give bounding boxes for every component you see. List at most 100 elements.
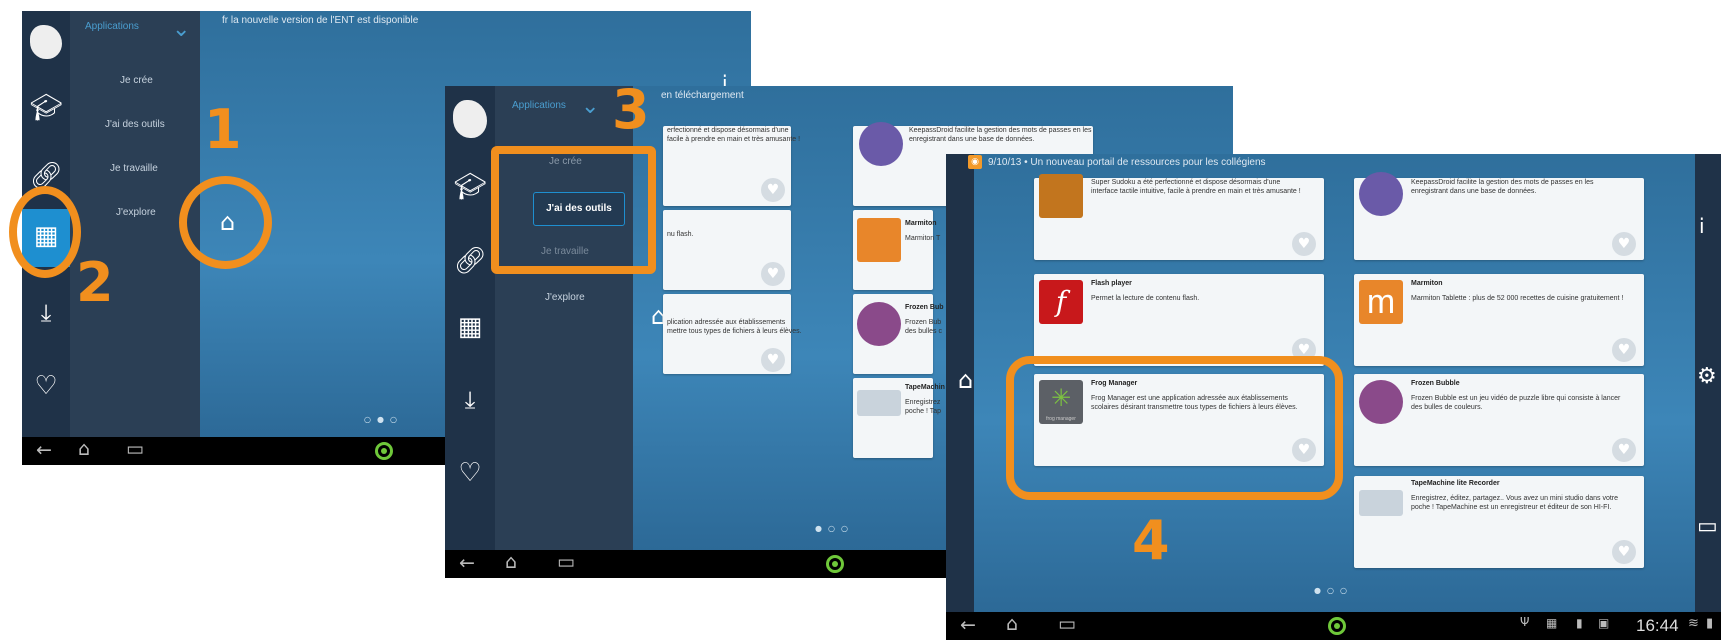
launcher-icon[interactable] (375, 442, 393, 460)
applications-menu: Applications ⌄ Je crée J'ai des outils J… (70, 11, 200, 465)
grid-icon[interactable]: ▦ (451, 312, 489, 342)
app-card-super-sudoku[interactable]: Super Sudoku a été perfectionné et dispo… (1034, 174, 1324, 260)
marmiton-app-icon: m (1359, 280, 1403, 324)
card-desc: Enregistrez, éditez, partagez.. Vous ave… (1411, 495, 1619, 511)
card-desc: Marmiton T (905, 235, 941, 242)
wifi-icon: ≋ (1688, 616, 1699, 631)
marmiton-app-icon (857, 218, 901, 262)
favorite-heart-icon[interactable]: ♥ (761, 348, 785, 372)
heart-icon[interactable]: ♡ (451, 458, 489, 488)
favorite-heart-icon[interactable]: ♥ (761, 262, 785, 286)
card-desc: erfectionné et dispose désormais d'une f… (667, 127, 801, 143)
battery-icon: ▮ (1706, 616, 1714, 631)
card-title: TapeMachine lite Recorder (1411, 480, 1500, 487)
back-icon[interactable]: ← (459, 552, 475, 574)
settings-icon[interactable]: ⚙ (1697, 364, 1717, 389)
favorite-heart-icon[interactable]: ♥ (1612, 232, 1636, 256)
recents-icon[interactable]: ▭ (126, 438, 144, 460)
keepassdroid-app-icon (1359, 172, 1403, 216)
app-card[interactable]: Marmiton Marmiton T (853, 210, 940, 290)
home-nav-icon[interactable]: ⌂ (1006, 613, 1018, 635)
back-icon[interactable]: ← (36, 439, 52, 461)
card-title: Frozen Bubble (1411, 380, 1460, 387)
graduation-cap-icon[interactable]: 🎓︎ (28, 93, 64, 123)
android-nav-bar: ← ⌂ ▭ Ψ ▦ ▮ ▣ 16:44 ≋ ▮ (946, 612, 1721, 640)
app-card-frozen-bubble[interactable]: Frozen Bubble Frozen Bubble est un jeu v… (1354, 374, 1644, 466)
keepassdroid-app-icon (859, 122, 903, 166)
card-desc: Marmiton Tablette : plus de 52 000 recet… (1411, 295, 1624, 302)
card-desc: nu flash. (667, 231, 694, 238)
link-icon[interactable]: 🔗︎ (451, 246, 489, 276)
chevron-down-icon[interactable]: ⌄ (172, 17, 190, 42)
card-desc: Frozen Bub des bulles c (905, 319, 942, 335)
favorite-heart-icon[interactable]: ♥ (1612, 438, 1636, 462)
notification-text[interactable]: 9/10/13 • Un nouveau portail de ressourc… (988, 157, 1266, 168)
card-desc: Frozen Bubble est un jeu vidéo de puzzle… (1411, 395, 1621, 411)
rss-icon: ◉ (968, 155, 982, 169)
download-icon[interactable]: ⤓ (28, 299, 64, 327)
region-map-icon[interactable] (30, 25, 62, 59)
favorite-heart-icon[interactable]: ♥ (1292, 232, 1316, 256)
launcher-icon[interactable] (826, 555, 844, 573)
info-icon[interactable]: i (1699, 214, 1705, 238)
highlight-circle-1 (179, 176, 272, 269)
card-desc: plication adressée aux établissements me… (667, 319, 802, 335)
menu-item-outils[interactable]: J'ai des outils (105, 119, 165, 130)
home-nav-icon[interactable]: ⌂ (505, 551, 517, 573)
download-icon[interactable]: ⤓ (451, 386, 489, 414)
tray-icon[interactable]: ▭ (1697, 514, 1718, 539)
app-card-marmiton[interactable]: m Marmiton Marmiton Tablette : plus de 5… (1354, 274, 1644, 366)
launcher-icon[interactable] (1328, 617, 1346, 635)
card-desc: Enregistrez poche ! Tap (905, 399, 942, 415)
home-nav-icon[interactable]: ⌂ (78, 438, 90, 460)
card-desc: KeepassDroid facilite la gestion des mot… (909, 127, 1092, 143)
menu-item-je-cree[interactable]: Je crée (120, 75, 153, 86)
page-indicator: ●○○ (1314, 586, 1353, 595)
sudoku-app-icon (1039, 174, 1083, 218)
icon-sidebar: 🎓︎ 🔗︎ ▦ ⤓ ♡ (445, 86, 495, 578)
recents-icon[interactable]: ▭ (557, 551, 575, 573)
image-icon: ▣ (1598, 616, 1610, 630)
menu-title: Applications (512, 100, 566, 111)
app-card-keepassdroid[interactable]: KeepassDroid facilite la gestion des mot… (1354, 172, 1644, 260)
app-card[interactable]: TapeMachin Enregistrez poche ! Tap (853, 378, 945, 458)
menu-item-je-travaille[interactable]: Je travaille (110, 163, 158, 174)
app-card[interactable]: Frozen Bub Frozen Bub des bulles c (853, 294, 944, 374)
tapemachine-app-icon (1359, 490, 1403, 516)
card-title: Flash player (1091, 280, 1132, 287)
card-title: Marmiton (1411, 280, 1443, 287)
tapemachine-app-icon (857, 390, 901, 416)
annotation-number: 2 (76, 251, 114, 314)
annotation-number: 3 (612, 78, 650, 141)
app-card[interactable]: nu flash. ♥ (663, 210, 791, 290)
highlight-box-4 (1006, 356, 1343, 500)
home-icon[interactable]: ⌂ (958, 366, 973, 394)
highlight-box-3 (491, 146, 656, 274)
graduation-cap-icon[interactable]: 🎓︎ (451, 172, 489, 202)
notification-text: en téléchargement (661, 90, 744, 101)
menu-item-j-explore[interactable]: J'explore (116, 207, 156, 218)
favorite-heart-icon[interactable]: ♥ (1612, 540, 1636, 564)
status-time: 16:44 (1636, 616, 1679, 635)
chevron-down-icon[interactable]: ⌄ (581, 94, 599, 119)
heart-icon[interactable]: ♡ (28, 371, 64, 401)
usb-icon: Ψ (1520, 615, 1530, 629)
menu-item-j-explore[interactable]: J'explore (545, 292, 585, 303)
app-card[interactable]: plication adressée aux établissements me… (663, 294, 802, 374)
region-map-icon[interactable] (453, 100, 487, 138)
card-title: Marmiton (905, 220, 937, 227)
right-sidebar: i ⚙ ▭ (1695, 154, 1721, 612)
page-indicator: ●○○ (815, 524, 854, 533)
favorite-heart-icon[interactable]: ♥ (1612, 338, 1636, 362)
favorite-heart-icon[interactable]: ♥ (761, 178, 785, 202)
card-title: TapeMachin (905, 384, 945, 391)
recents-icon[interactable]: ▭ (1058, 613, 1076, 635)
app-card[interactable]: erfectionné et dispose désormais d'une f… (663, 126, 800, 206)
app-card-tapemachine[interactable]: TapeMachine lite Recorder Enregistrez, é… (1354, 476, 1644, 568)
frozen-bubble-app-icon (857, 302, 901, 346)
card-desc: KeepassDroid facilite la gestion des mot… (1411, 179, 1594, 195)
app-card-flash-player[interactable]: f Flash player Permet la lecture de cont… (1034, 274, 1324, 366)
card-title: Frozen Bub (905, 304, 944, 311)
card-desc: Permet la lecture de contenu flash. (1091, 295, 1200, 302)
back-icon[interactable]: ← (960, 614, 976, 636)
